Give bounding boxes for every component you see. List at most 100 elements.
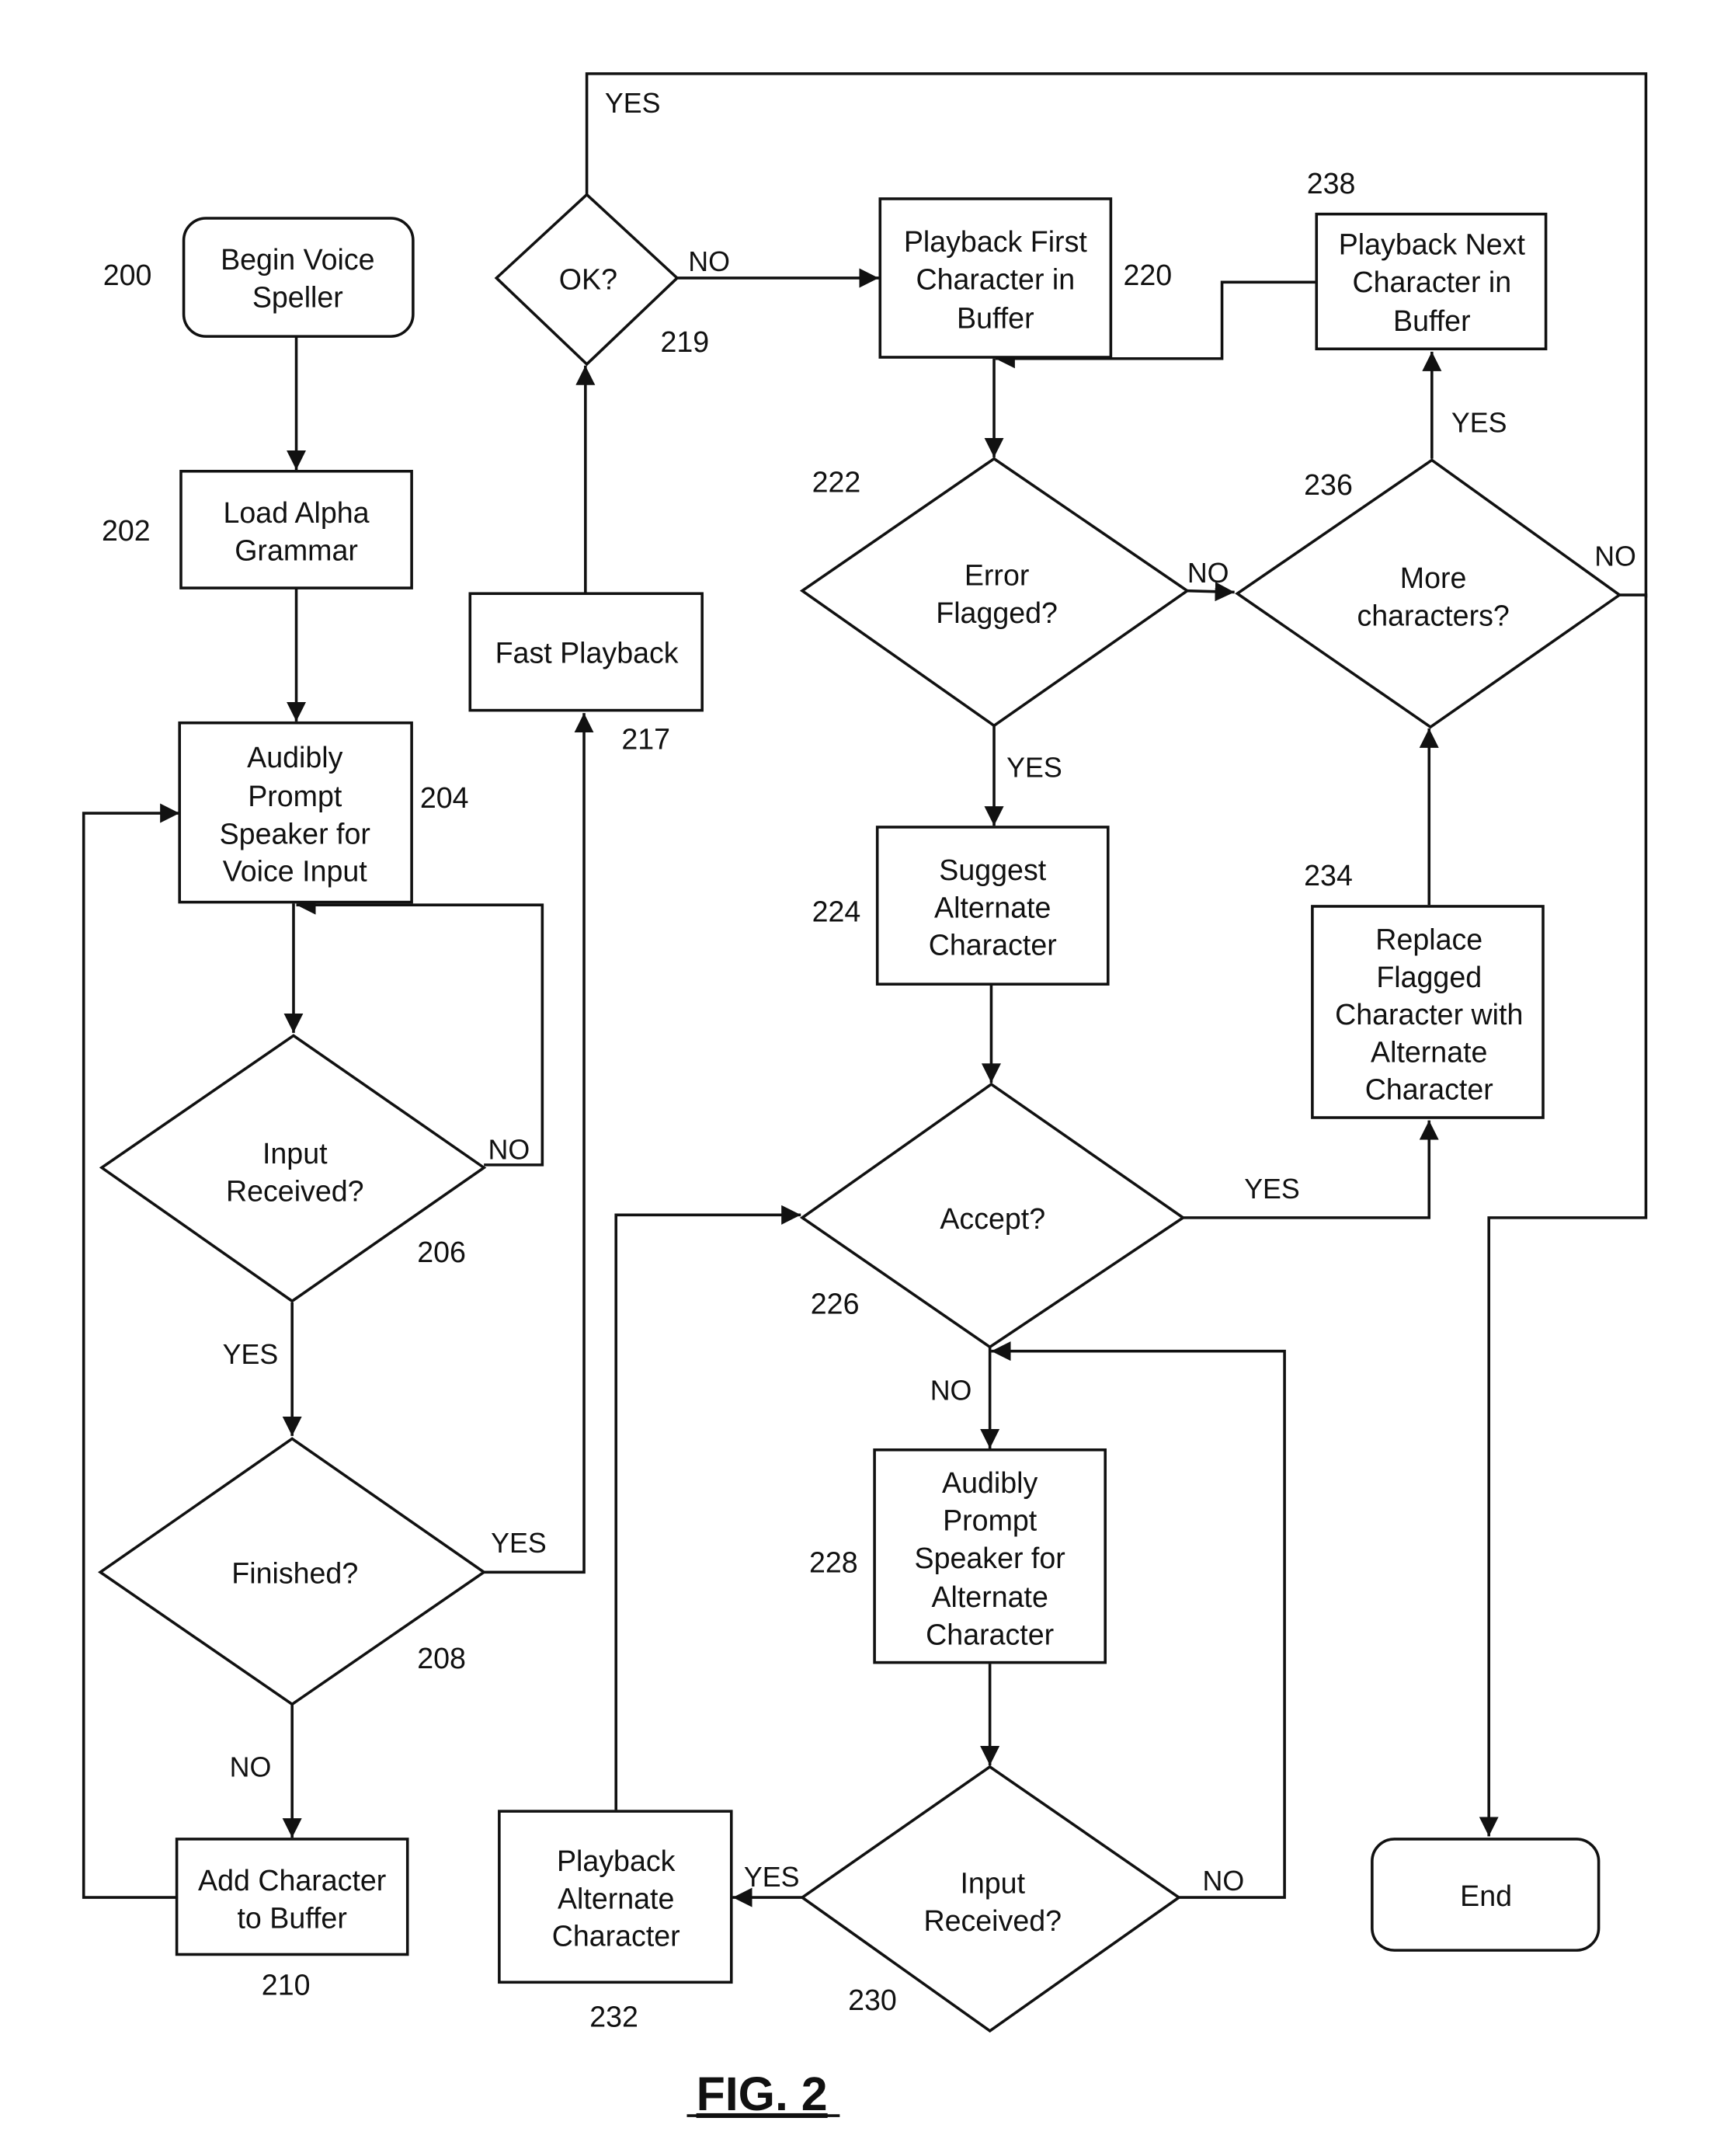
node-label-line: to Buffer <box>237 1901 346 1934</box>
edge-222-no-236 <box>1187 582 1235 602</box>
node-200: Begin Voice Speller 200 <box>103 217 415 338</box>
node-217: Fast Playback 217 <box>468 592 704 756</box>
edge-label-yes: YES <box>1006 753 1062 784</box>
ref-number: 220 <box>1123 259 1172 291</box>
node-label-line: More <box>1400 562 1467 594</box>
node-210: Add Character to Buffer 210 <box>175 1838 409 2001</box>
node-label: End <box>1460 1880 1512 1912</box>
node-label-line: Audibly <box>942 1466 1038 1499</box>
node-label-line: Input <box>262 1137 328 1170</box>
node-label-line: Playback <box>557 1845 676 1877</box>
decision-shape <box>799 457 1190 728</box>
node-label-line: Replace <box>1375 923 1482 955</box>
ref-number: 219 <box>660 325 709 358</box>
ref-number: 200 <box>103 259 152 291</box>
ref-number: 238 <box>1307 167 1356 200</box>
node-label-line: Prompt <box>248 780 342 812</box>
ref-number: 202 <box>102 514 151 547</box>
ref-number: 224 <box>812 895 861 928</box>
edge-label-yes: YES <box>744 1862 800 1893</box>
node-208: Finished? 208 YES NO <box>98 1437 547 1782</box>
node-label-line: Error <box>965 559 1030 592</box>
node-label-line: Character in <box>916 263 1075 295</box>
edge-label-no: NO <box>488 1135 530 1166</box>
node-label: OK? <box>559 263 617 295</box>
node-label-line: Alternate <box>931 1580 1048 1613</box>
edge-210-204-loop <box>82 803 180 1899</box>
edge-label-no: NO <box>1187 558 1229 589</box>
edge-label-no: NO <box>1594 541 1636 572</box>
node-236: More characters? 236 YES NO <box>1235 408 1636 729</box>
ref-number: 204 <box>420 781 469 814</box>
node-label: Accept? <box>940 1202 1045 1235</box>
node-label-line: Grammar <box>235 534 358 566</box>
node-238: Playback Next Character in Buffer 238 <box>1307 167 1548 351</box>
node-label-line: Character <box>929 929 1057 962</box>
node-label-line: Buffer <box>1393 304 1471 337</box>
node-219: OK? 219 YES NO <box>494 88 730 367</box>
edge-label-no: NO <box>1203 1866 1245 1897</box>
node-228: Audibly Prompt Speaker for Alternate Charact… <box>809 1448 1107 1664</box>
node-220: Playback First Character in Buffer 220 <box>878 197 1172 359</box>
flowchart: Begin Voice Speller 200 Load Alpha Grammar… <box>82 72 1648 2120</box>
node-label-line: Alternate <box>1371 1035 1487 1068</box>
node-label-line: Voice Input <box>223 855 368 888</box>
edge-label-no: NO <box>930 1375 972 1406</box>
node-234: Replace Flagged Character with Alternate Cha… <box>1304 859 1545 1119</box>
ref-number: 232 <box>589 2001 638 2033</box>
edge-label-no: NO <box>688 246 730 277</box>
ref-number: 226 <box>811 1287 860 1320</box>
edge-236-no-end <box>1479 593 1648 1837</box>
ref-number: 234 <box>1304 859 1353 892</box>
node-label: Playback Alternate Character <box>552 1845 680 1953</box>
node-label-line: Character <box>926 1618 1054 1650</box>
process-shape <box>175 1838 409 1956</box>
node-label-line: Prompt <box>943 1504 1038 1537</box>
node-label-line: Buffer <box>957 301 1034 334</box>
edge-label-yes: YES <box>1244 1174 1300 1205</box>
node-222: Error Flagged? 222 NO YES <box>799 457 1229 784</box>
node-label-line: Alternate <box>558 1882 674 1914</box>
edge-label-yes: YES <box>1451 408 1507 439</box>
node-206: Input Received? 206 NO YES <box>99 1034 530 1370</box>
node-label-line: Received? <box>923 1904 1062 1937</box>
node-202: Load Alpha Grammar 202 <box>102 469 413 589</box>
edge-label-no: NO <box>230 1751 272 1782</box>
terminal-shape <box>182 217 415 338</box>
ref-number: 217 <box>621 723 670 756</box>
node-label-line: Audibly <box>247 741 342 774</box>
ref-number: 210 <box>262 1968 311 2001</box>
edge-226-yes-234 <box>1183 1120 1439 1219</box>
node-230: Input Received? 230 YES NO <box>744 1765 1245 2033</box>
ref-number: 208 <box>417 1642 466 1674</box>
ref-number: 230 <box>848 1984 897 2016</box>
node-label-line: Playback Next <box>1339 228 1526 261</box>
node-label-line: Alternate <box>934 891 1051 923</box>
ref-number: 228 <box>809 1546 858 1578</box>
node-label: Fast Playback <box>495 637 679 669</box>
node-232: Playback Alternate Character 232 <box>498 1810 733 2033</box>
edge-label-yes: YES <box>223 1339 279 1370</box>
node-end: End <box>1371 1838 1601 1952</box>
node-224: Suggest Alternate Character 224 <box>812 826 1110 986</box>
node-label-line: Input <box>960 1867 1025 1900</box>
node-label-line: Begin Voice <box>221 243 374 276</box>
node-label-line: Flagged <box>1376 961 1482 993</box>
node-label-line: Speaker for <box>220 817 370 850</box>
node-label-line: Character with <box>1335 998 1523 1031</box>
node-label-line: Add Character <box>198 1864 386 1897</box>
node-label-line: Character <box>552 1920 680 1953</box>
ref-number: 206 <box>417 1236 466 1268</box>
ref-number: 236 <box>1304 468 1353 501</box>
figure-caption: FIG. 2 <box>697 2067 828 2120</box>
node-label-line: Playback First <box>904 225 1088 258</box>
node-label-line: Received? <box>226 1174 364 1207</box>
node-label-line: Suggest <box>939 854 1046 886</box>
node-204: Audibly Prompt Speaker for Voice Input 204 <box>178 721 469 904</box>
edge-232-226 <box>614 1205 801 1810</box>
node-label-line: Flagged? <box>936 596 1058 629</box>
node-label: Suggest Alternate Character <box>929 854 1057 962</box>
node-label-line: characters? <box>1357 599 1509 631</box>
node-226: Accept? 226 YES NO <box>799 1082 1300 1406</box>
node-label: Finished? <box>231 1557 358 1590</box>
